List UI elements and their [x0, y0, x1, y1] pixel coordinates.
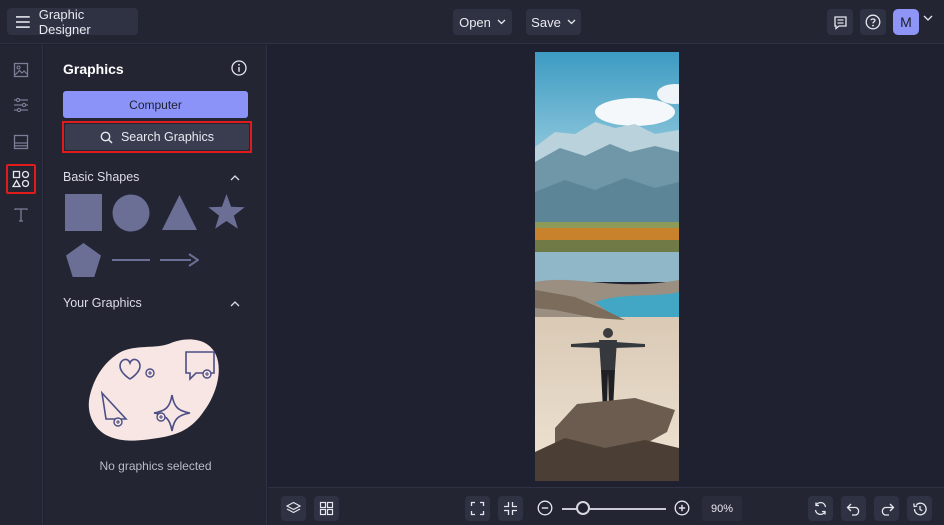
- chevron-up-icon[interactable]: [230, 300, 240, 307]
- empty-graphics-message: No graphics selected: [99, 459, 212, 473]
- save-label: Save: [531, 14, 561, 30]
- undo-icon: [846, 503, 859, 516]
- chevron-down-icon: [567, 19, 576, 25]
- sidebar-item-images[interactable]: [6, 55, 36, 85]
- undo-button[interactable]: [841, 496, 866, 521]
- image-icon: [13, 62, 29, 78]
- graphics-icon: [12, 170, 30, 188]
- computer-upload-button[interactable]: Computer: [63, 91, 248, 118]
- avatar[interactable]: M: [893, 9, 919, 35]
- feedback-button[interactable]: [827, 9, 853, 35]
- open-label: Open: [459, 14, 491, 30]
- empty-graphics-illustration: [88, 339, 219, 441]
- basic-shapes-heading: Basic Shapes: [63, 170, 140, 184]
- redo-button[interactable]: [874, 496, 899, 521]
- bottom-toolbar: 90%: [268, 487, 944, 525]
- chevron-up-icon[interactable]: [230, 174, 240, 181]
- sidebar-item-text[interactable]: [6, 200, 36, 230]
- text-icon: [14, 208, 28, 222]
- shrink-button[interactable]: [498, 496, 523, 521]
- zoom-in-icon[interactable]: [674, 500, 690, 516]
- top-bar: Graphic Designer Open Save M: [0, 0, 944, 44]
- fit-to-screen-button[interactable]: [465, 496, 490, 521]
- help-button[interactable]: [860, 9, 886, 35]
- rotate-button[interactable]: [808, 496, 833, 521]
- graphics-panel: Graphics Computer Search Graphics Basic …: [44, 45, 267, 525]
- rotate-icon: [814, 501, 827, 516]
- tool-rail: [0, 45, 43, 525]
- search-graphics-highlight: Search Graphics: [62, 121, 252, 153]
- zoom-slider-handle[interactable]: [575, 501, 590, 515]
- history-button[interactable]: [907, 496, 932, 521]
- sidebar-item-graphics[interactable]: [6, 164, 36, 194]
- open-button[interactable]: Open: [453, 9, 512, 35]
- chevron-down-icon: [497, 19, 506, 25]
- info-icon[interactable]: [231, 60, 247, 76]
- adjustments-icon: [14, 97, 28, 113]
- panel-title: Graphics: [63, 61, 124, 77]
- save-button[interactable]: Save: [526, 9, 581, 35]
- chevron-down-icon[interactable]: [923, 15, 933, 22]
- triangle-shape[interactable]: [161, 194, 198, 231]
- layers-button[interactable]: [281, 496, 306, 521]
- sidebar-item-adjustments[interactable]: [6, 90, 36, 120]
- square-shape[interactable]: [65, 194, 102, 231]
- collapse-icon: [504, 502, 517, 515]
- history-icon: [912, 502, 927, 515]
- redo-icon: [881, 503, 894, 516]
- search-graphics-label: Search Graphics: [120, 130, 215, 144]
- feedback-icon: [833, 15, 847, 30]
- search-graphics-button[interactable]: Search Graphics: [65, 124, 249, 150]
- app-title: Graphic Designer: [38, 6, 91, 37]
- expand-icon: [470, 501, 485, 516]
- arrow-shape[interactable]: [160, 253, 199, 267]
- zoom-out-icon[interactable]: [537, 500, 553, 516]
- your-graphics-heading: Your Graphics: [63, 296, 142, 310]
- help-icon: [865, 14, 881, 30]
- line-shape[interactable]: [112, 258, 150, 262]
- canvas-photo[interactable]: [535, 52, 679, 481]
- hamburger-icon: [16, 15, 30, 28]
- layout-icon: [13, 134, 29, 150]
- zoom-value[interactable]: 90%: [702, 496, 742, 521]
- search-icon: [100, 131, 113, 144]
- app-menu-button[interactable]: Graphic Designer: [7, 6, 138, 37]
- grid-icon: [319, 501, 334, 516]
- layers-icon: [286, 501, 301, 514]
- star-shape[interactable]: [207, 193, 246, 231]
- grid-button[interactable]: [314, 496, 339, 521]
- pentagon-shape[interactable]: [65, 242, 102, 278]
- sidebar-item-layout[interactable]: [6, 127, 36, 157]
- circle-shape[interactable]: [112, 194, 150, 232]
